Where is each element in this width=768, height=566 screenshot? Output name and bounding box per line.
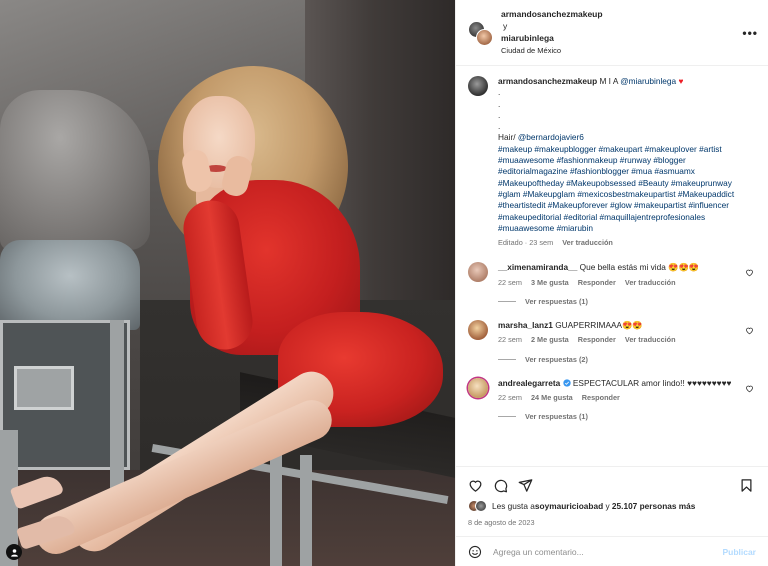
view-replies-label: Ver respuestas (1) (525, 297, 588, 307)
comment-age: 22 sem (498, 335, 522, 345)
comment-item: andrealegarreta ESPECTACULAR amor lindo!… (468, 377, 756, 404)
more-options-icon[interactable]: ••• (742, 26, 758, 40)
comment-username-link[interactable]: andrealegarreta (498, 378, 560, 388)
comment-item: marsha_lanz1 GUAPERRIMAAA😍😍 22 sem 2 Me … (468, 320, 756, 346)
caption-dot: . (498, 121, 501, 132)
publish-button[interactable]: Publicar (722, 547, 756, 557)
user-icon (10, 548, 18, 557)
caption-translate-link[interactable]: Ver traducción (562, 238, 613, 247)
avatar (475, 500, 487, 512)
comment-likes-link[interactable]: 3 Me gusta (531, 278, 569, 287)
caption-hair-mention-link[interactable]: @bernardojavier6 (518, 132, 584, 142)
likes-middle: y (603, 501, 612, 511)
like-heart-icon[interactable] (468, 478, 483, 493)
avatar[interactable] (468, 377, 488, 398)
avatar[interactable] (476, 28, 493, 46)
add-comment-bar: Agrega un comentario... Publicar (456, 536, 768, 566)
share-paper-plane-icon[interactable] (518, 478, 533, 493)
likes-count-link[interactable]: 25.107 personas más (612, 501, 695, 511)
location-link[interactable]: Ciudad de México (501, 45, 603, 57)
emoji-icon[interactable] (468, 545, 482, 559)
comment-reply-button[interactable]: Responder (582, 393, 620, 402)
comment-bubble-icon[interactable] (493, 478, 508, 493)
heart-outline-icon[interactable] (745, 384, 754, 393)
caption-dot: . (498, 109, 501, 120)
caption-mention-link[interactable]: @miarubinlega (620, 76, 676, 86)
caption-username-link[interactable]: armandosanchezmakeup (498, 76, 597, 86)
verified-badge-icon (562, 378, 571, 387)
caption-dot: . (498, 98, 501, 109)
comment-translate-link[interactable]: Ver traducción (625, 278, 676, 287)
post-header: armandosanchezmakeup y miarubinlega Ciud… (456, 0, 768, 66)
comment-username-link[interactable]: marsha_lanz1 (498, 320, 553, 330)
view-replies-label: Ver respuestas (1) (525, 412, 588, 422)
comment-text: GUAPERRIMAAA😍😍 (555, 320, 643, 331)
avatar[interactable] (468, 320, 488, 341)
likes-user-link[interactable]: soymauricioabad (535, 501, 603, 511)
tagged-users-button[interactable] (6, 544, 22, 560)
avatar[interactable] (468, 262, 488, 283)
comment-reply-button[interactable]: Responder (578, 335, 616, 344)
comment-text: ESPECTACULAR amor lindo!! ♥♥♥♥♥♥♥♥♥ (572, 377, 732, 388)
caption-intro: M I A (599, 76, 618, 86)
comment-likes-link[interactable]: 2 Me gusta (531, 335, 569, 344)
caption-edited-time: Editado · 23 sem (498, 238, 554, 248)
post-caption: armandosanchezmakeup M I A @miarubinlega… (468, 76, 756, 248)
save-bookmark-icon[interactable] (739, 478, 754, 493)
view-replies-label: Ver respuestas (2) (525, 354, 588, 364)
avatar[interactable] (468, 76, 488, 96)
comment-age: 22 sem (498, 277, 522, 287)
comment-text: Que bella estás mi vida 😍😍😍 (579, 262, 700, 273)
comment-translate-link[interactable]: Ver traducción (625, 335, 676, 344)
post-side-panel: armandosanchezmakeup y miarubinlega Ciud… (455, 0, 768, 566)
caption-dot: . (498, 87, 501, 98)
caption-hashtags[interactable]: #makeup #makeupblogger #makeupart #makeu… (498, 144, 753, 234)
comment-item: __ximenamiranda__ Que bella estás mi vid… (468, 262, 756, 288)
heart-outline-icon[interactable] (745, 268, 754, 277)
likes-summary[interactable]: Les gusta a soymauricioabad y 25.107 per… (468, 500, 756, 512)
comment-age: 22 sem (498, 392, 522, 402)
view-replies-button[interactable]: Ver respuestas (1) (498, 297, 756, 306)
heart-outline-icon[interactable] (745, 326, 754, 335)
view-replies-button[interactable]: Ver respuestas (2) (498, 355, 756, 364)
comment-likes-link[interactable]: 24 Me gusta (531, 393, 573, 402)
author-username-link[interactable]: armandosanchezmakeup (501, 8, 603, 20)
instagram-post: armandosanchezmakeup y miarubinlega Ciud… (0, 0, 768, 566)
post-photo[interactable] (0, 0, 455, 566)
comment-reply-button[interactable]: Responder (578, 278, 616, 287)
comments-feed[interactable]: armandosanchezmakeup M I A @miarubinlega… (456, 66, 768, 466)
caption-hair-label: Hair/ (498, 132, 516, 143)
likes-prefix: Les gusta a (492, 501, 535, 511)
comment-username-link[interactable]: __ximenamiranda__ (498, 262, 577, 272)
collab-avatars[interactable] (468, 20, 493, 46)
heart-emoji: ♥ (678, 76, 684, 86)
collab-conjunction: y (503, 21, 508, 31)
view-replies-button[interactable]: Ver respuestas (1) (498, 412, 756, 421)
collaborator-username-link[interactable]: miarubinlega (501, 32, 603, 44)
post-date[interactable]: 8 de agosto de 2023 (468, 518, 756, 527)
post-actions: Les gusta a soymauricioabad y 25.107 per… (456, 466, 768, 566)
comment-input[interactable]: Agrega un comentario... (493, 547, 722, 557)
